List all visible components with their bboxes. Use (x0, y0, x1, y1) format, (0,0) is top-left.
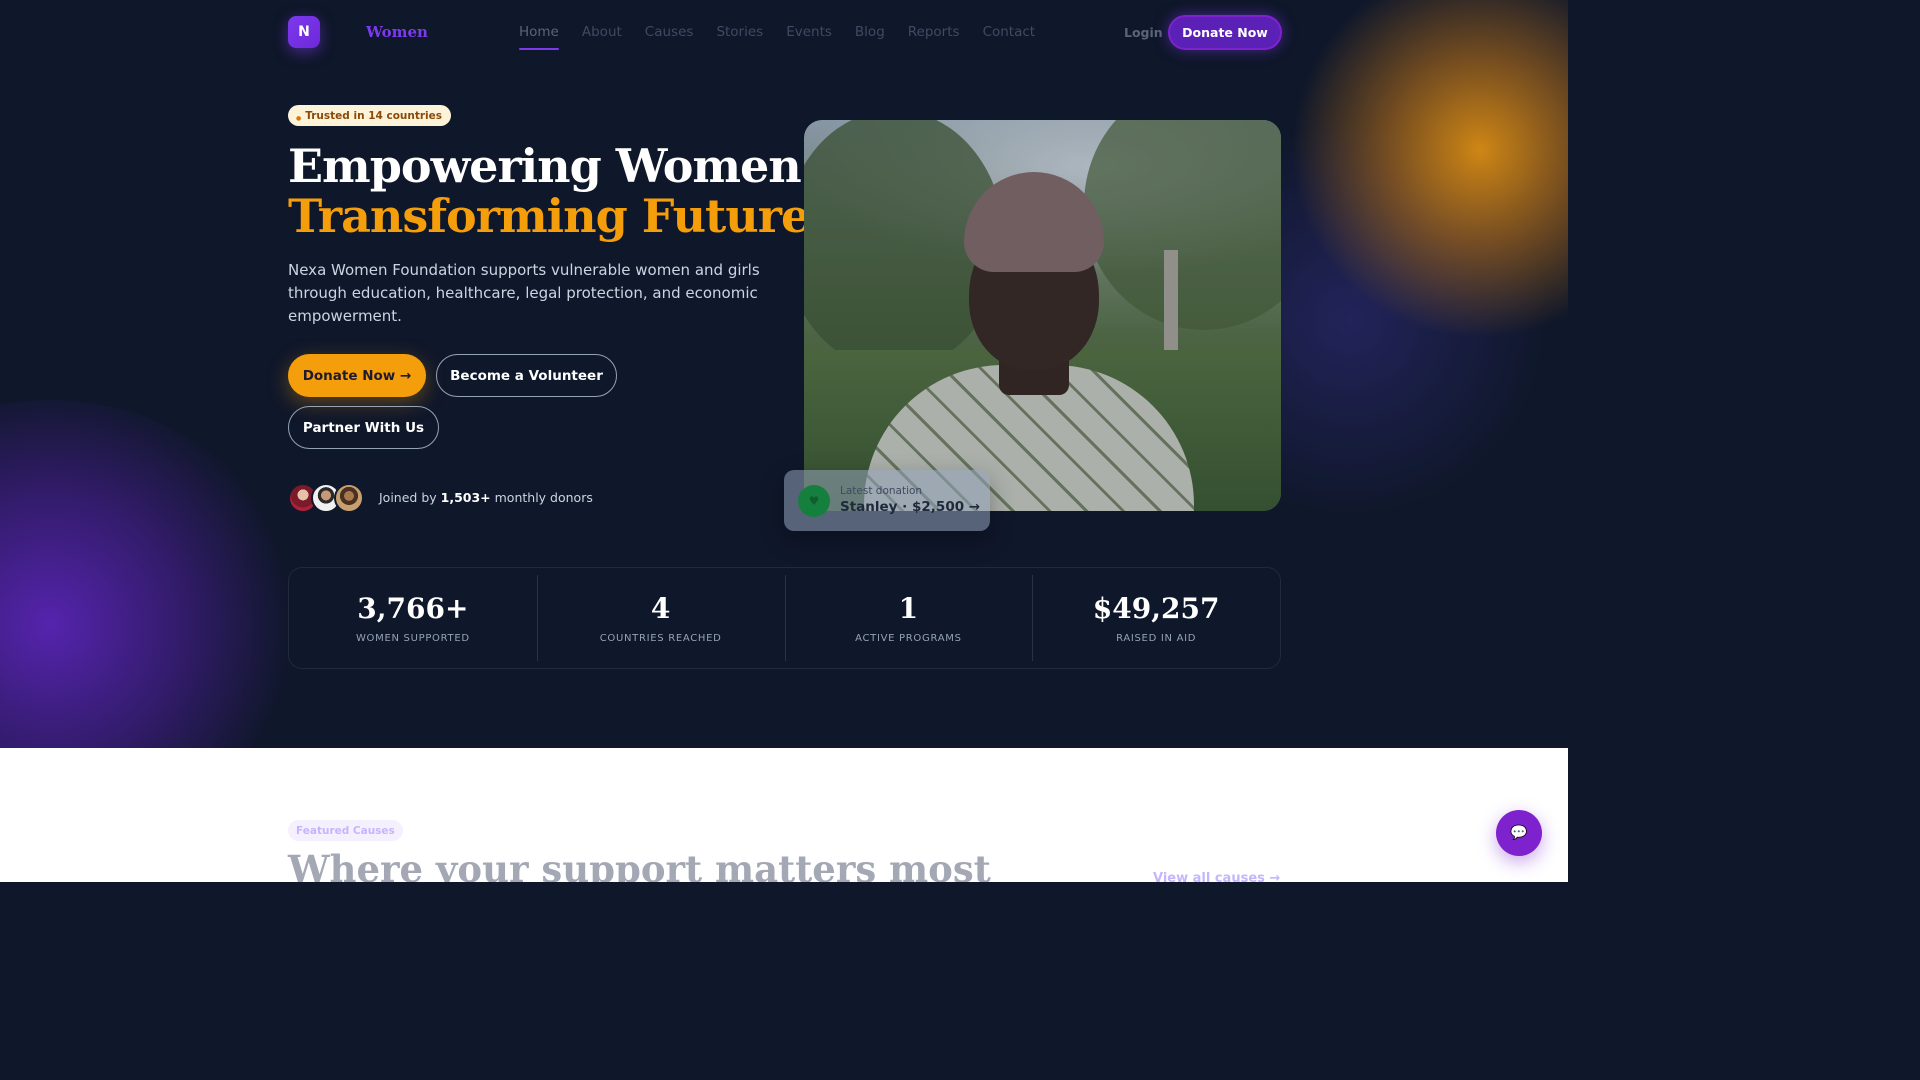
chat-icon[interactable]: 💬 (1496, 810, 1542, 856)
stat-label: ACTIVE PROGRAMS (855, 632, 962, 644)
stat-label: COUNTRIES REACHED (599, 632, 722, 644)
nav-item-stories[interactable]: Stories (716, 24, 763, 50)
featured-causes-title: Where your support matters most (288, 847, 991, 882)
partner-with-us-button[interactable]: Partner With Us (288, 406, 439, 449)
featured-causes-tag: Featured Causes (288, 820, 403, 841)
stat-countries-reached: 4 COUNTRIES REACHED (536, 568, 785, 668)
avatar (334, 483, 364, 513)
dot-icon: ● (296, 115, 302, 122)
heart-icon: ♥ (798, 485, 830, 517)
become-volunteer-button[interactable]: Become a Volunteer (436, 354, 617, 397)
stat-label: RAISED IN AID (1116, 632, 1197, 644)
logo-badge[interactable]: N (288, 16, 320, 48)
trust-badge-label: Trusted in 14 countries (305, 109, 443, 122)
latest-donation-card[interactable]: ♥ Latest donation Stanley · $2,500 → (784, 470, 990, 531)
latest-donation-label: Latest donation (840, 485, 923, 497)
stat-value: 4 (650, 591, 671, 625)
stat-value: 3,766+ (357, 591, 469, 625)
hero-photo (804, 120, 1281, 511)
nav-item-reports[interactable]: Reports (908, 24, 960, 50)
donor-count-text: Joined by 1,503+ monthly donors (379, 490, 593, 505)
nav-donate-button[interactable]: Donate Now (1168, 15, 1282, 50)
stat-label: WOMEN SUPPORTED (355, 632, 470, 644)
nav-item-contact[interactable]: Contact (983, 24, 1036, 50)
donate-now-button[interactable]: Donate Now → (288, 354, 426, 397)
trust-badge: ● Trusted in 14 countries (288, 105, 452, 126)
login-link[interactable]: Login (1124, 25, 1163, 40)
joined-suffix: monthly donors (490, 490, 593, 505)
joined-prefix: Joined by (379, 490, 441, 505)
brand-name[interactable]: Women (366, 23, 428, 41)
stat-value: $49,257 (1092, 591, 1220, 625)
joined-count: 1,503+ (440, 490, 491, 505)
stat-active-programs: 1 ACTIVE PROGRAMS (784, 568, 1033, 668)
stats-bar: 3,766+ WOMEN SUPPORTED 4 COUNTRIES REACH… (288, 567, 1281, 669)
hero-title-line1: Empowering Women. (288, 139, 817, 193)
donor-avatars (288, 483, 368, 513)
nav-item-events[interactable]: Events (786, 24, 832, 50)
nav-item-home[interactable]: Home (519, 24, 559, 50)
purple-glow (0, 400, 300, 748)
nav-item-blog[interactable]: Blog (855, 24, 885, 50)
stat-value: 1 (898, 591, 919, 625)
view-all-causes-link[interactable]: View all causes → (1153, 871, 1280, 882)
stat-raised-in-aid: $49,257 RAISED IN AID (1032, 568, 1280, 668)
latest-donation-value: Stanley · $2,500 → (840, 499, 981, 515)
nav-item-causes[interactable]: Causes (645, 24, 694, 50)
main-nav: Home About Causes Stories Events Blog Re… (519, 24, 1058, 50)
hero-section: N Women Home About Causes Stories Events… (0, 0, 1568, 748)
hero-title-line2: Transforming Futures. (288, 189, 850, 243)
featured-causes-section: Featured Causes Where your support matte… (0, 748, 1568, 882)
hero-description: Nexa Women Foundation supports vulnerabl… (288, 261, 760, 325)
hero-title: Empowering Women. Transforming Futures. (288, 139, 850, 243)
nav-item-about[interactable]: About (582, 24, 622, 50)
stat-women-supported: 3,766+ WOMEN SUPPORTED (289, 568, 537, 668)
